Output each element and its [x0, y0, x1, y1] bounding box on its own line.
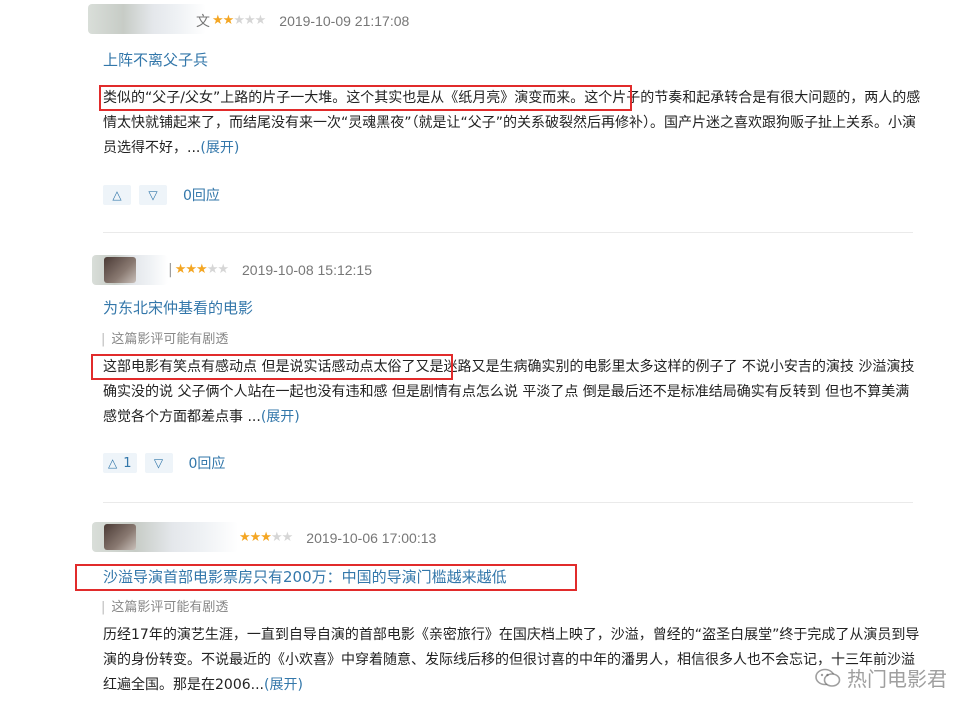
downvote-button[interactable]: ▽: [144, 453, 173, 473]
review-date: 2019-10-09 21:17:08: [279, 13, 410, 29]
upvote-count: 1: [123, 455, 132, 471]
review-text: 这部电影有笑点有感动点 但是说实话感动点太俗了又是迷路又是生病确实别的电影里太多…: [103, 359, 915, 425]
reply-count-link[interactable]: 0回应: [183, 185, 220, 205]
review-body: 这部电影有笑点有感动点 但是说实话感动点太俗了又是迷路又是生病确实别的电影里太多…: [103, 355, 923, 430]
rating-stars: ★★★★★: [174, 262, 229, 277]
review-title[interactable]: 沙溢导演首部电影票房只有200万：中国的导演门槛越来越低: [103, 566, 507, 588]
reply-count-link[interactable]: 0回应: [189, 453, 226, 473]
rating-stars: ★★★★★: [212, 13, 266, 28]
watermark: 热门电影君: [815, 663, 947, 692]
separator: |: [168, 262, 173, 278]
review-title[interactable]: 为东北宋仲基看的电影: [103, 297, 253, 319]
review-date: 2019-10-08 15:12:15: [242, 262, 372, 278]
rating-stars: ★★★★★: [239, 530, 293, 545]
thumb-up-icon: △: [112, 188, 122, 202]
review-text: 历经17年的演艺生涯，一直到自导自演的首部电影《亲密旅行》在国庆档上映了，沙溢，…: [103, 627, 920, 693]
review-body: 历经17年的演艺生涯，一直到自导自演的首部电影《亲密旅行》在国庆档上映了，沙溢，…: [103, 623, 923, 698]
spoiler-warning: | 这篇影评可能有剧透: [101, 332, 229, 347]
downvote-button[interactable]: ▽: [139, 185, 167, 205]
thumb-down-icon: ▽: [153, 456, 164, 470]
divider: [103, 232, 913, 233]
expand-link[interactable]: (展开): [200, 140, 239, 156]
thumb-up-icon: △: [108, 456, 118, 470]
avatar-photo: [104, 257, 136, 283]
username-suffix[interactable]: 文: [196, 11, 210, 31]
review-date: 2019-10-06 17:00:13: [306, 530, 437, 546]
upvote-button[interactable]: △: [103, 185, 131, 205]
avatar-photo: [104, 524, 136, 550]
spoiler-warning: | 这篇影评可能有剧透: [101, 600, 229, 615]
review-title[interactable]: 上阵不离父子兵: [103, 49, 208, 71]
review-body: 类似的“父子/父女”上路的片子一大堆。这个其实也是从《纸月亮》演变而来。这个片子…: [103, 86, 923, 161]
divider: [103, 502, 913, 503]
upvote-button[interactable]: △ 1: [103, 453, 137, 473]
expand-link[interactable]: (展开): [264, 677, 303, 693]
avatar[interactable]: [88, 4, 206, 34]
thumb-down-icon: ▽: [148, 188, 158, 202]
wechat-icon: [815, 668, 841, 687]
expand-link[interactable]: (展开): [261, 409, 300, 425]
watermark-text: 热门电影君: [847, 667, 947, 691]
